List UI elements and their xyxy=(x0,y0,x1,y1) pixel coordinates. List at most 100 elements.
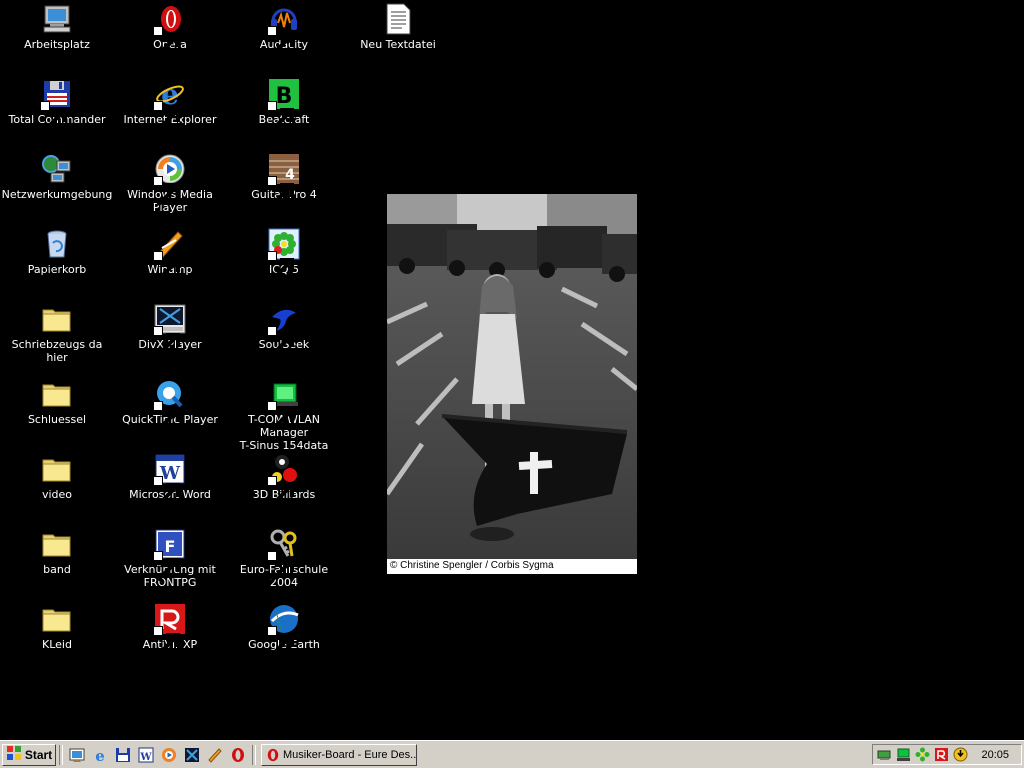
shortcut-arrow-icon xyxy=(153,251,180,282)
shortcut-arrow-icon xyxy=(153,326,180,357)
security-tray-icon[interactable] xyxy=(953,747,968,762)
icon-label: Neu Textdatei xyxy=(360,38,436,51)
desktop-icon-schluessel[interactable]: Schluessel xyxy=(1,377,113,447)
desktop-icon-arbeitsplatz[interactable]: Arbeitsplatz xyxy=(1,2,113,72)
frontpage-icon: F xyxy=(153,528,186,582)
desktop-icon-audacity[interactable]: Audacity xyxy=(228,2,340,72)
icon-label: KLeid xyxy=(42,638,72,651)
desktop-icon-windows-media-player[interactable]: Windows Media Player xyxy=(114,152,226,222)
divx-icon[interactable] xyxy=(184,747,200,763)
folder-icon xyxy=(41,453,73,485)
svg-text:W: W xyxy=(139,752,152,763)
icq-tray-icon[interactable] xyxy=(915,747,930,762)
media-player-icon[interactable] xyxy=(161,747,177,763)
shortcut-arrow-icon xyxy=(153,551,180,582)
desktop-icon-3d-billiards[interactable]: 3D Billiards xyxy=(228,452,340,522)
desktop-icon-divx-player[interactable]: DivX Player xyxy=(114,302,226,372)
shortcut-arrow-icon xyxy=(267,251,294,282)
shortcut-arrow-icon xyxy=(267,101,294,132)
beatcraft-icon: B xyxy=(267,78,300,132)
icon-label: video xyxy=(41,488,73,501)
internet-explorer-icon[interactable]: e xyxy=(92,747,108,763)
shortcut-arrow-icon xyxy=(267,326,294,357)
shortcut-arrow-icon xyxy=(267,26,294,57)
desktop-icon-schriebzeugs[interactable]: Schriebzeugs da hier xyxy=(1,302,113,372)
media-player-icon xyxy=(153,153,186,207)
desktop-icon-band[interactable]: band xyxy=(1,527,113,597)
clock[interactable]: 20:05 xyxy=(981,749,1009,761)
desktop-icon-guitar-pro[interactable]: 4 Guitar Pro 4 xyxy=(228,152,340,222)
floppy-disk-icon[interactable] xyxy=(115,747,131,763)
shortcut-arrow-icon xyxy=(267,401,294,432)
desktop-icon-video[interactable]: video xyxy=(1,452,113,522)
antivir-icon xyxy=(153,603,186,657)
word-icon[interactable]: W xyxy=(138,747,154,763)
internet-explorer-icon: e xyxy=(153,78,186,132)
taskbar-separator xyxy=(252,744,256,765)
folder-icon xyxy=(41,528,73,560)
shortcut-arrow-icon xyxy=(267,476,294,507)
desktop-icon-quicktime-player[interactable]: QuickTime Player xyxy=(114,377,226,447)
desktop-icon-euro-fahrschule[interactable]: Euro-Fahrschule 2004 xyxy=(228,527,340,597)
divx-icon xyxy=(153,303,186,357)
computer-icon xyxy=(41,3,73,35)
shortcut-arrow-icon xyxy=(153,26,180,57)
shortcut-arrow-icon xyxy=(267,626,294,657)
desktop-icon-beatcraft[interactable]: B Beatcraft xyxy=(228,77,340,147)
opera-icon xyxy=(153,3,186,57)
taskbar-window-button[interactable]: Musiker-Board - Eure Des... xyxy=(261,743,417,766)
taskbar-separator xyxy=(59,744,63,765)
desktop-icon-microsoft-word[interactable]: W Microsoft Word xyxy=(114,452,226,522)
show-desktop-icon[interactable] xyxy=(69,747,85,763)
icon-label: Arbeitsplatz xyxy=(24,38,90,51)
desktop-icon-icq[interactable]: ICQ 5 xyxy=(228,227,340,297)
taskbar: Start e W Musiker-Board - Eure Des... 20… xyxy=(0,740,1024,768)
desktop-icon-soulseek[interactable]: SoulSeek xyxy=(228,302,340,372)
opera-icon xyxy=(267,748,279,761)
start-label: Start xyxy=(24,747,53,762)
opera-icon[interactable] xyxy=(230,747,246,763)
winamp-icon[interactable] xyxy=(207,747,223,763)
wlan-manager-icon xyxy=(267,378,300,432)
desktop-icon-neu-textdatei[interactable]: Neu Textdatei xyxy=(342,2,454,72)
folder-icon xyxy=(41,303,73,335)
shortcut-arrow-icon xyxy=(153,176,180,207)
desktop-icon-netzwerkumgebung[interactable]: Netzwerkumgebung xyxy=(1,152,113,222)
icon-label: Papierkorb xyxy=(27,263,87,276)
desktop-icon-frontpage[interactable]: F Verknüpfung mit FRONTPG xyxy=(114,527,226,597)
desktop-icon-tcom-wlan[interactable]: T-COM WLAN Manager T-Sinus 154data xyxy=(228,377,340,452)
antivir-tray-icon[interactable] xyxy=(934,747,949,762)
desktop-icon-winamp[interactable]: Winamp xyxy=(114,227,226,297)
start-button[interactable]: Start xyxy=(2,743,56,766)
network-tray-icon[interactable] xyxy=(896,747,911,762)
photo-caption: © Christine Spengler / Corbis Sygma xyxy=(390,560,554,571)
wallpaper-photo-frame: © Christine Spengler / Corbis Sygma xyxy=(387,194,637,574)
desktop-icon-opera[interactable]: Opera xyxy=(114,2,226,72)
quicktime-icon xyxy=(153,378,186,432)
billiards-icon xyxy=(267,453,300,507)
desktop-icon-google-earth[interactable]: Google Earth xyxy=(228,602,340,672)
desktop-icon-antivir-xp[interactable]: AntiVir XP xyxy=(114,602,226,672)
icq-icon xyxy=(267,228,300,282)
desktop: Arbeitsplatz Total Commander Netzwerkumg… xyxy=(0,0,1024,740)
icon-label: Schriebzeugs da hier xyxy=(11,338,103,364)
desktop-icon-kleid[interactable]: KLeid xyxy=(1,602,113,672)
shortcut-arrow-icon xyxy=(40,101,67,132)
guitar-pro-icon: 4 xyxy=(267,153,300,207)
shortcut-arrow-icon xyxy=(267,176,294,207)
icon-label: Netzwerkumgebung xyxy=(1,188,113,201)
desktop-icon-total-commander[interactable]: Total Commander xyxy=(1,77,113,147)
network-icon xyxy=(41,153,73,185)
usb-device-icon[interactable] xyxy=(877,747,892,762)
shortcut-arrow-icon xyxy=(153,401,180,432)
icon-label: Schluessel xyxy=(27,413,87,426)
word-icon: W xyxy=(153,453,186,507)
icon-label: band xyxy=(43,563,71,576)
shortcut-arrow-icon xyxy=(153,101,180,132)
floppy-disk-icon xyxy=(40,78,73,132)
desktop-icon-papierkorb[interactable]: Papierkorb xyxy=(1,227,113,297)
wallpaper-photo xyxy=(387,194,637,559)
desktop-icon-internet-explorer[interactable]: e Internet Explorer xyxy=(114,77,226,147)
shortcut-arrow-icon xyxy=(267,551,294,582)
folder-icon xyxy=(41,603,73,635)
